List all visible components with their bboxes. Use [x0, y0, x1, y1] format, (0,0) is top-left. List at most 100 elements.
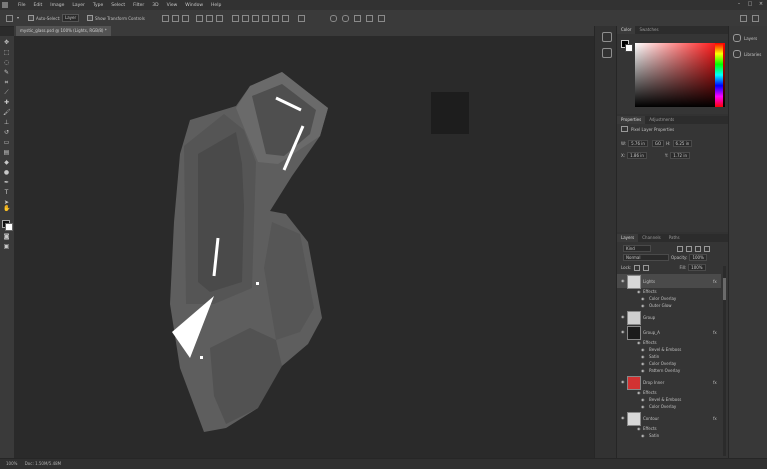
tab-adjustments[interactable]: Adjustments — [645, 116, 678, 124]
layer-row[interactable]: ◉ Drop Inner fx — [617, 375, 721, 390]
healing-brush-tool-icon[interactable]: ✚ — [3, 100, 10, 106]
layers-shortcut[interactable]: Layers — [733, 34, 757, 42]
brush-tool-icon[interactable]: 🖌 — [3, 110, 11, 116]
distribute-right-icon[interactable] — [282, 15, 289, 22]
align-left-icon[interactable] — [162, 15, 169, 22]
effect-visibility-eye-icon[interactable]: ◉ — [641, 296, 645, 301]
menu-edit[interactable]: Edit — [34, 3, 43, 8]
tab-paths[interactable]: Paths — [665, 234, 684, 242]
history-panel-icon[interactable] — [602, 32, 612, 42]
move-tool-icon[interactable]: ✥ — [3, 40, 10, 46]
3d-rotate-icon[interactable] — [330, 15, 337, 22]
minimize-icon[interactable]: – — [736, 2, 742, 7]
filter-kind-dropdown[interactable]: Kind — [623, 245, 651, 252]
effect-visibility-eye-icon[interactable]: ◉ — [637, 390, 641, 395]
tab-properties[interactable]: Properties — [617, 116, 646, 124]
tab-channels[interactable]: Channels — [638, 234, 665, 242]
layer-effects-badge[interactable]: fx — [713, 380, 717, 385]
fill-field[interactable]: 100% — [688, 264, 706, 271]
effect-row[interactable]: ◉ Satin — [617, 433, 721, 440]
distribute-bottom-icon[interactable] — [252, 15, 259, 22]
hand-tool-icon[interactable]: ✋ — [3, 206, 10, 212]
maximize-icon[interactable]: □ — [747, 2, 753, 7]
3d-roll-icon[interactable] — [342, 15, 349, 22]
effect-row[interactable]: ◉ Color Overlay — [617, 404, 721, 411]
search-icon[interactable] — [740, 15, 747, 22]
auto-align-icon[interactable] — [298, 15, 305, 22]
visibility-eye-icon[interactable]: ◉ — [621, 278, 625, 283]
menu-image[interactable]: Image — [50, 3, 64, 8]
visibility-eye-icon[interactable]: ◉ — [621, 379, 625, 384]
lock-position-icon[interactable] — [643, 264, 650, 271]
quick-select-tool-icon[interactable]: ✎ — [3, 70, 10, 76]
menu-type[interactable]: Type — [93, 3, 103, 8]
pen-tool-icon[interactable]: ✒ — [3, 180, 10, 186]
layer-effects-badge[interactable]: fx — [713, 279, 717, 284]
effect-visibility-eye-icon[interactable]: ◉ — [641, 361, 645, 366]
distribute-top-icon[interactable] — [232, 15, 239, 22]
workspace-icon[interactable] — [752, 15, 759, 22]
auto-select-checkbox[interactable]: Auto-Select: — [28, 15, 61, 21]
align-center-icon[interactable] — [172, 15, 179, 22]
distribute-middle-icon[interactable] — [242, 15, 249, 22]
link-button[interactable]: GO — [651, 140, 665, 147]
effect-visibility-eye-icon[interactable]: ◉ — [637, 340, 641, 345]
effect-visibility-eye-icon[interactable]: ◉ — [641, 404, 645, 409]
layer-effects-badge[interactable]: fx — [713, 330, 717, 335]
panel-background-swatch[interactable] — [625, 44, 633, 52]
effect-row[interactable]: ◉ Color Overlay — [617, 296, 721, 303]
3d-scale-icon[interactable] — [378, 15, 385, 22]
close-icon[interactable]: × — [758, 2, 764, 7]
effect-visibility-eye-icon[interactable]: ◉ — [641, 354, 645, 359]
menu-file[interactable]: File — [18, 3, 26, 8]
filter-shape-icon[interactable] — [704, 245, 710, 252]
auto-select-dropdown[interactable]: Layer — [62, 14, 80, 22]
tab-swatches[interactable]: Swatches — [635, 26, 662, 34]
3d-slide-icon[interactable] — [366, 15, 373, 22]
effect-visibility-eye-icon[interactable]: ◉ — [641, 397, 645, 402]
hue-slider[interactable] — [715, 43, 723, 107]
menu-filter[interactable]: Filter — [133, 3, 144, 8]
menu-help[interactable]: Help — [211, 3, 221, 8]
effect-row[interactable]: ◉ Bevel & Emboss — [617, 347, 721, 354]
type-tool-icon[interactable]: T — [3, 190, 10, 196]
width-field[interactable]: 5.76 in — [628, 140, 648, 147]
gradient-tool-icon[interactable]: ▤ — [3, 150, 10, 156]
layer-effects-badge[interactable]: fx — [713, 416, 717, 421]
effect-row[interactable]: ◉ Color Overlay — [617, 361, 721, 368]
tab-layers[interactable]: Layers — [617, 234, 639, 242]
document-canvas[interactable] — [14, 36, 594, 458]
quick-mask-icon[interactable]: ◙ — [3, 234, 10, 240]
document-tab[interactable]: mystic_glass.psd @ 100% (Lights, RGB/8) … — [16, 26, 111, 36]
align-top-icon[interactable] — [196, 15, 203, 22]
x-field[interactable]: 1.86 in — [627, 152, 647, 159]
eraser-tool-icon[interactable]: ▭ — [3, 140, 10, 146]
effect-row[interactable]: ◉ Bevel & Emboss — [617, 397, 721, 404]
eyedropper-tool-icon[interactable]: ⟋ — [3, 90, 10, 96]
effects-row[interactable]: ◉ Effects — [617, 289, 721, 296]
menu-select[interactable]: Select — [111, 3, 125, 8]
layer-row[interactable]: ◉ Group_A fx — [617, 325, 721, 340]
layers-scroll-thumb[interactable] — [723, 278, 726, 300]
menu-3d[interactable]: 3D — [152, 3, 158, 8]
menu-layer[interactable]: Layer — [72, 3, 85, 8]
history-brush-tool-icon[interactable]: ↺ — [3, 130, 10, 136]
effect-visibility-eye-icon[interactable]: ◉ — [641, 433, 645, 438]
filter-adjust-icon[interactable] — [686, 245, 692, 252]
distribute-left-icon[interactable] — [262, 15, 269, 22]
color-picker-field[interactable] — [635, 43, 725, 107]
opacity-field[interactable]: 100% — [689, 254, 707, 261]
effect-visibility-eye-icon[interactable]: ◉ — [637, 426, 641, 431]
effect-visibility-eye-icon[interactable]: ◉ — [641, 368, 645, 373]
effects-row[interactable]: ◉ Effects — [617, 340, 721, 347]
blend-mode-dropdown[interactable]: Normal — [623, 254, 669, 261]
align-middle-icon[interactable] — [206, 15, 213, 22]
filter-type-icon[interactable] — [695, 245, 701, 252]
layer-row[interactable]: ◉ Lights fx — [617, 274, 721, 289]
dodge-tool-icon[interactable]: ● — [3, 170, 10, 176]
menu-view[interactable]: View — [167, 3, 178, 8]
marquee-tool-icon[interactable]: ⬚ — [3, 50, 10, 56]
screen-mode-icon[interactable]: ▣ — [3, 244, 10, 250]
background-color-swatch[interactable] — [5, 223, 13, 231]
zoom-level[interactable]: 100% — [6, 461, 17, 466]
